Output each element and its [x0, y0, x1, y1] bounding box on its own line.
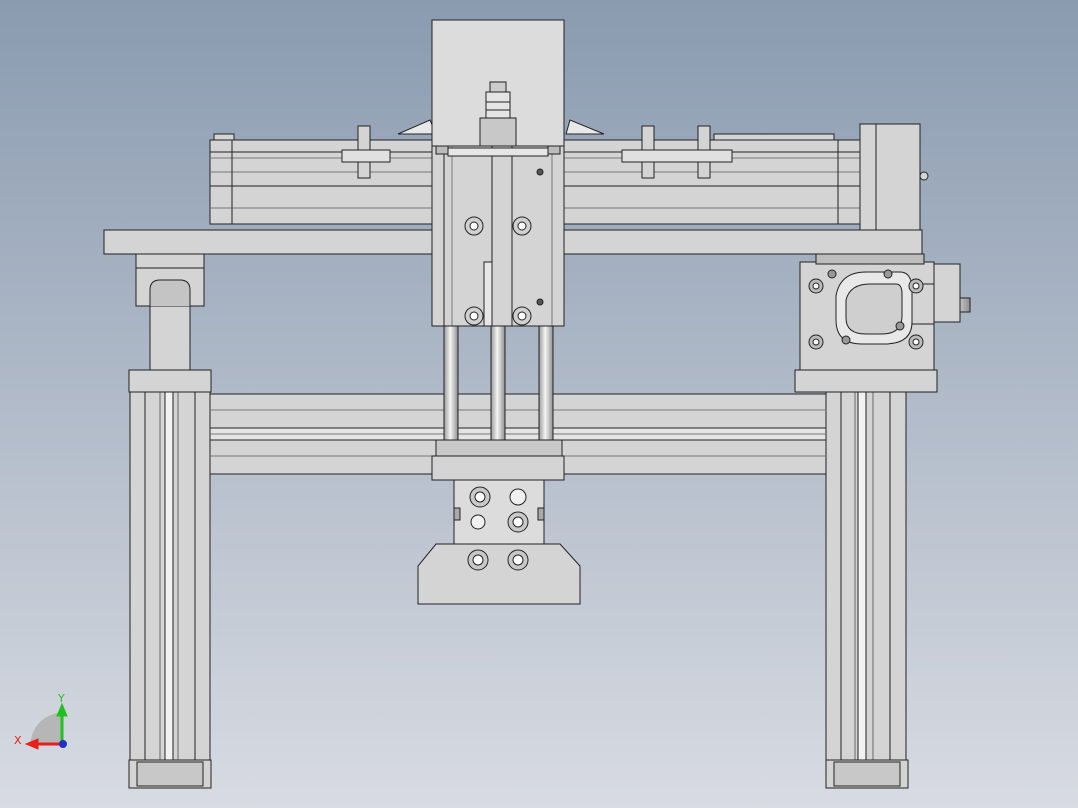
- slide-carriage: [431, 19, 565, 327]
- cad-viewport[interactable]: Y X: [0, 0, 1078, 808]
- triad-z-axis: [59, 740, 67, 748]
- cad-drawing: Y X: [0, 0, 1078, 808]
- left-column: [128, 369, 212, 789]
- triad-x-label: X: [14, 734, 22, 747]
- triad-y-label: Y: [57, 692, 65, 705]
